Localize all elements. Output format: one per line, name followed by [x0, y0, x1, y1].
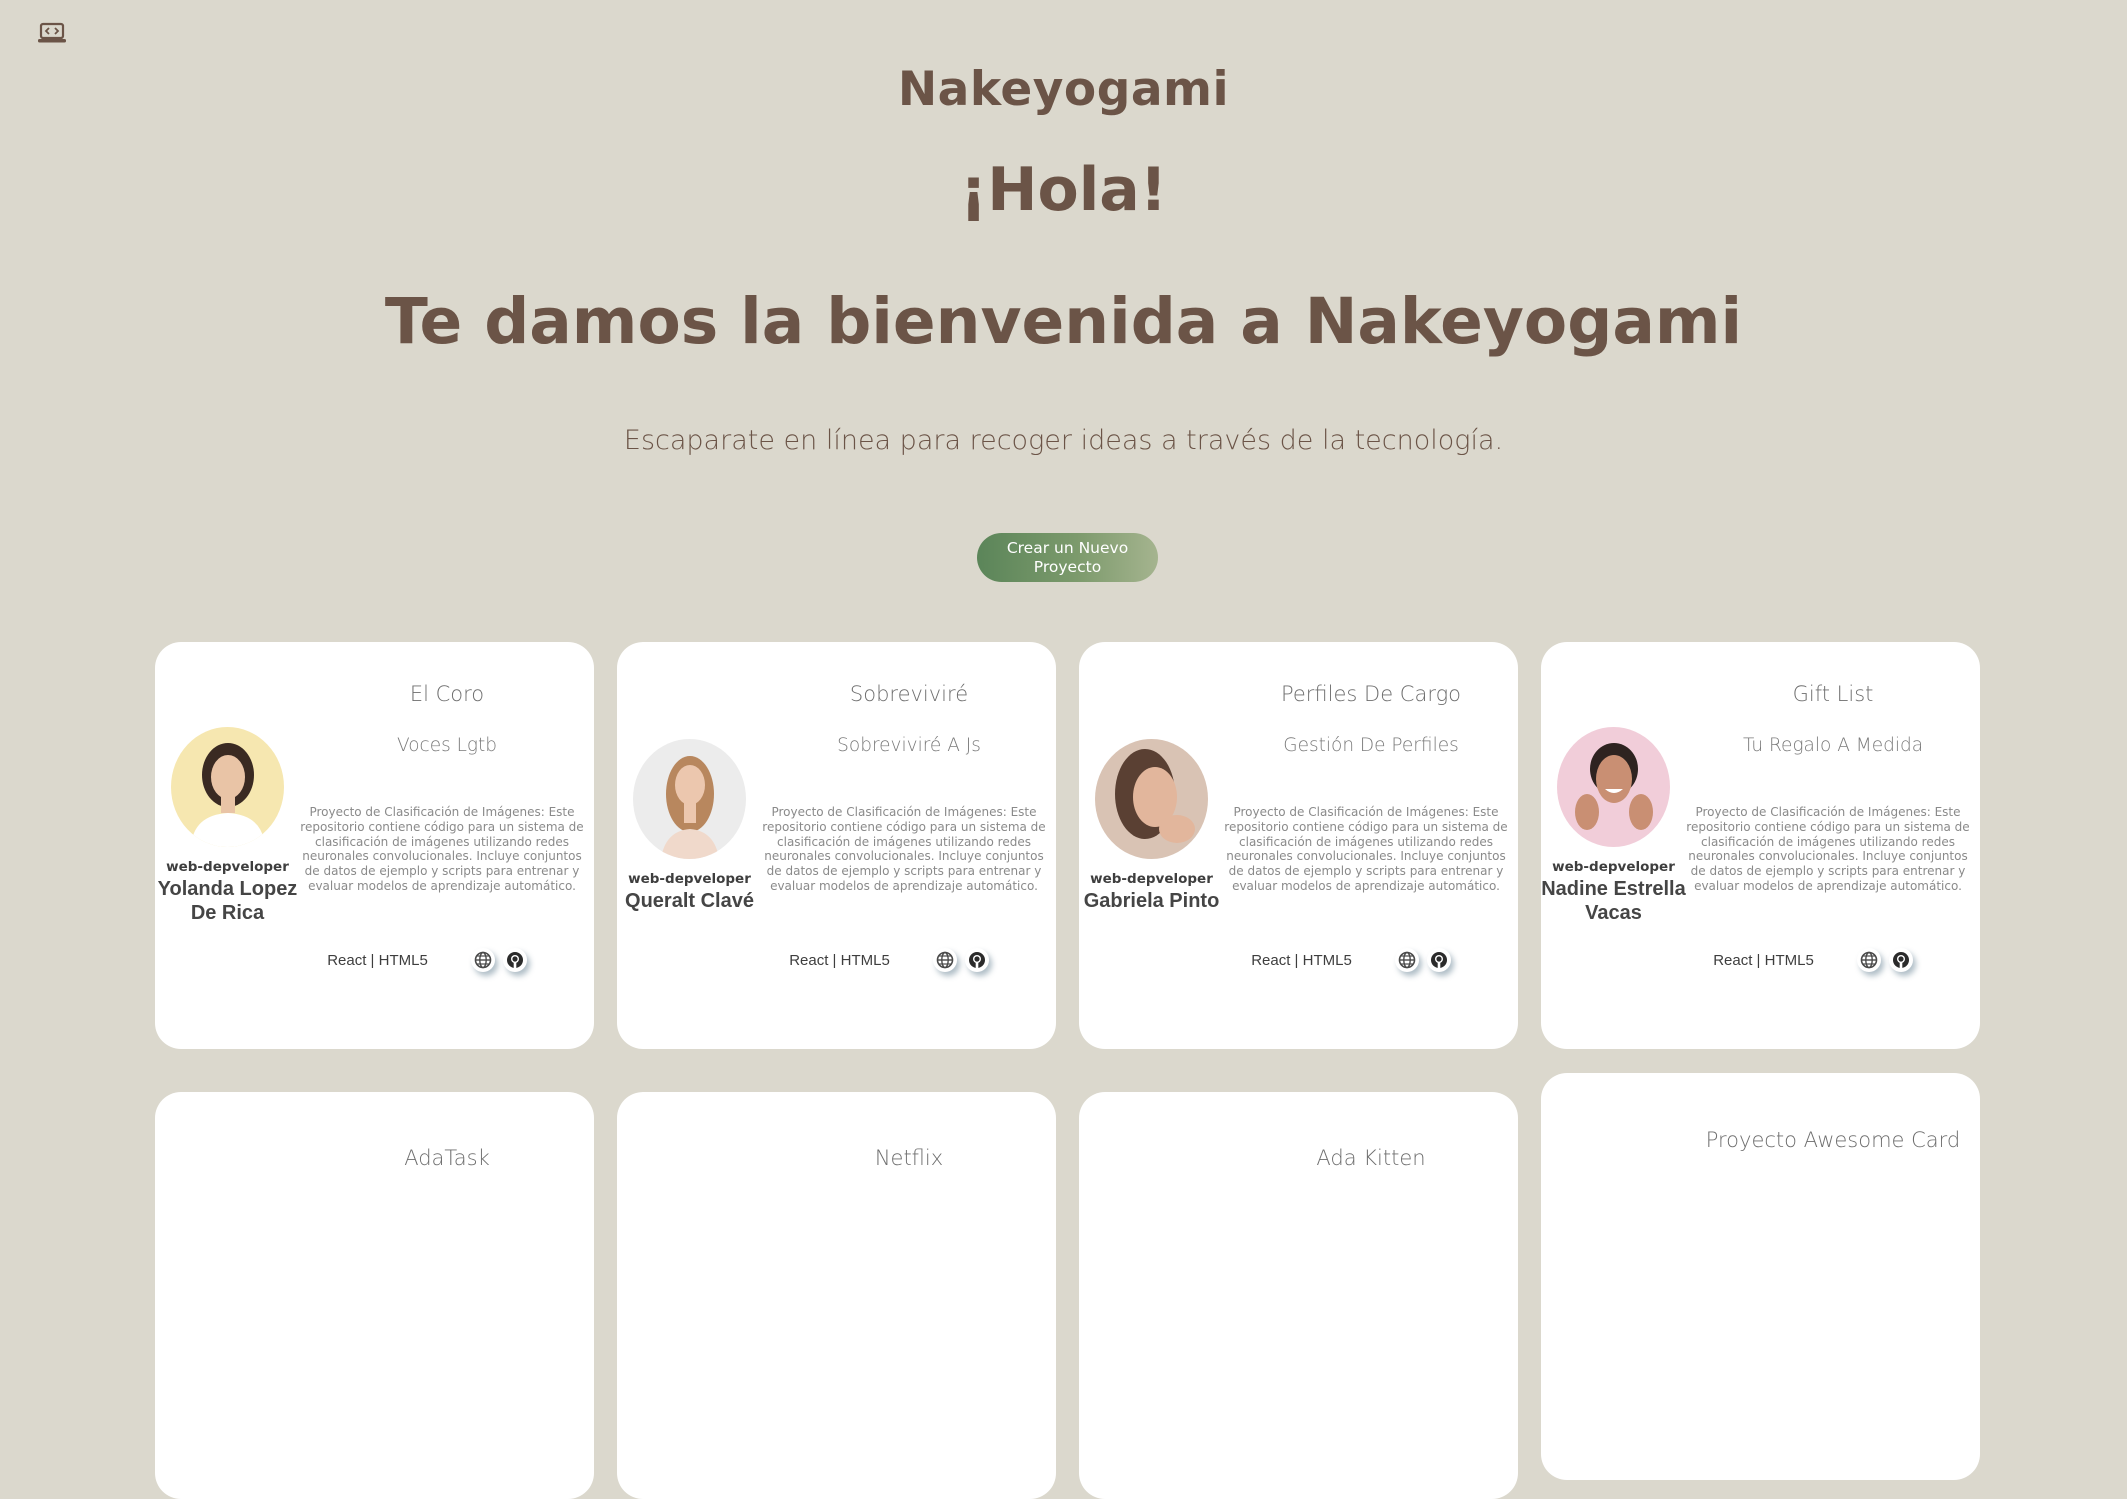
project-technologies: React | HTML5 [1713, 952, 1814, 969]
project-technologies: React | HTML5 [1251, 952, 1352, 969]
author-name: Yolanda Lopez De Rica [157, 878, 298, 924]
globe-icon[interactable] [1395, 948, 1419, 972]
project-name: Sobreviviré [849, 682, 969, 706]
project-name: AdaTask [404, 1146, 490, 1170]
author-name: Gabriela Pinto [1083, 890, 1220, 912]
brand-title: Nakeyogami [897, 62, 1230, 117]
welcome-heading: Te damos la bienvenida a Nakeyogami [384, 285, 1743, 358]
project-description: Proyecto de Clasificación de Imágenes: E… [300, 805, 584, 893]
project-slogan: Gestión De Perfiles [1283, 735, 1459, 756]
project-card: web-depveloper Queralt Clavé Sobreviviré… [617, 642, 1056, 1049]
project-name: Proyecto Awesome Card [1705, 1128, 1961, 1152]
author-name: Nadine Estrella Vacas [1541, 878, 1686, 924]
author-role: web-depveloper [166, 859, 289, 875]
author-role: web-depveloper [1090, 871, 1213, 887]
project-card: Netflix [617, 1092, 1056, 1499]
github-icon[interactable] [965, 948, 989, 972]
project-name: Ada Kitten [1316, 1146, 1426, 1170]
greeting-heading: ¡Hola! [959, 155, 1168, 225]
author-name: Queralt Clavé [625, 890, 754, 912]
project-name: Gift List [1792, 682, 1874, 706]
project-card: AdaTask [155, 1092, 594, 1499]
avatar [1557, 727, 1670, 847]
project-description: Proyecto de Clasificación de Imágenes: E… [762, 805, 1046, 893]
project-card: web-depveloper Nadine Estrella Vacas Gif… [1541, 642, 1980, 1049]
laptop-code-icon[interactable] [38, 22, 66, 44]
new-project-button[interactable]: Crear un Nuevo Proyecto [977, 533, 1158, 582]
project-slogan: Tu Regalo A Medida [1742, 735, 1924, 756]
project-card: Proyecto Awesome Card [1541, 1073, 1980, 1480]
avatar [171, 727, 284, 847]
project-technologies: React | HTML5 [789, 952, 890, 969]
author-role: web-depveloper [628, 871, 751, 887]
author-role: web-depveloper [1552, 859, 1675, 875]
globe-icon[interactable] [1857, 948, 1881, 972]
project-description: Proyecto de Clasificación de Imágenes: E… [1224, 805, 1508, 893]
globe-icon[interactable] [471, 948, 495, 972]
project-name: El Coro [409, 682, 485, 706]
project-slogan: Voces Lgtb [396, 735, 497, 756]
project-card: Ada Kitten [1079, 1092, 1518, 1499]
tagline: Escaparate en línea para recoger ideas a… [623, 425, 1504, 456]
globe-icon[interactable] [933, 948, 957, 972]
project-slogan: Sobreviviré A Js [837, 735, 981, 756]
project-card: web-depveloper Yolanda Lopez De Rica El … [155, 642, 594, 1049]
github-icon[interactable] [503, 948, 527, 972]
project-name: Netflix [874, 1146, 944, 1170]
avatar [633, 739, 746, 859]
project-technologies: React | HTML5 [327, 952, 428, 969]
project-description: Proyecto de Clasificación de Imágenes: E… [1686, 805, 1970, 893]
github-icon[interactable] [1427, 948, 1451, 972]
project-name: Perfiles De Cargo [1280, 682, 1462, 706]
project-card: web-depveloper Gabriela Pinto Perfiles D… [1079, 642, 1518, 1049]
avatar [1095, 739, 1208, 859]
github-icon[interactable] [1889, 948, 1913, 972]
